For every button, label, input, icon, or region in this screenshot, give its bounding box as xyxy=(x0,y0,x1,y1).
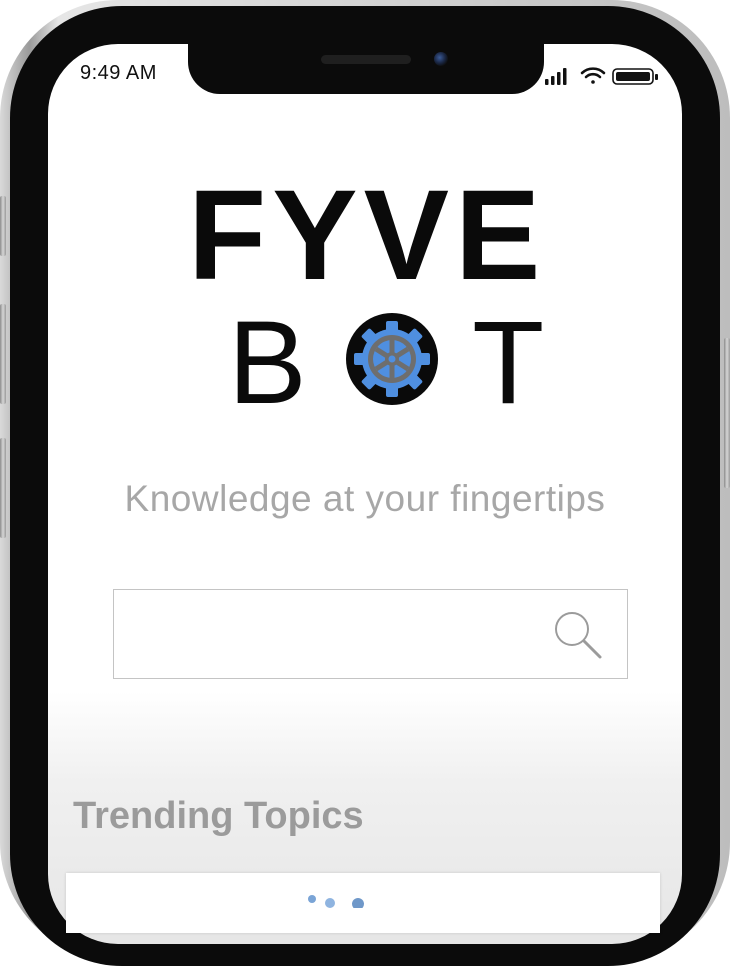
notch xyxy=(188,44,544,94)
status-icons xyxy=(545,67,658,85)
logo-b: B xyxy=(228,297,309,429)
front-camera xyxy=(434,52,448,66)
power-button xyxy=(724,338,730,488)
search-input[interactable] xyxy=(126,600,550,670)
battery-icon xyxy=(612,68,658,85)
search-icon[interactable] xyxy=(550,607,606,663)
volume-up-button xyxy=(0,304,6,404)
trending-topics-heading: Trending Topics xyxy=(73,795,364,837)
gear-icon xyxy=(345,313,438,405)
speaker xyxy=(321,55,411,64)
logo-t: T xyxy=(472,297,547,429)
fyvebot-logo: FYVE B T xyxy=(188,172,548,423)
wifi-icon xyxy=(580,67,606,84)
signal-icon xyxy=(545,68,567,85)
mute-switch xyxy=(0,196,6,256)
logo-fyve: FYVE xyxy=(188,164,547,307)
status-time: 9:49 AM xyxy=(80,62,157,84)
tagline: Knowledge at your fingertips xyxy=(124,478,606,519)
logo-bot: B T xyxy=(228,304,546,422)
